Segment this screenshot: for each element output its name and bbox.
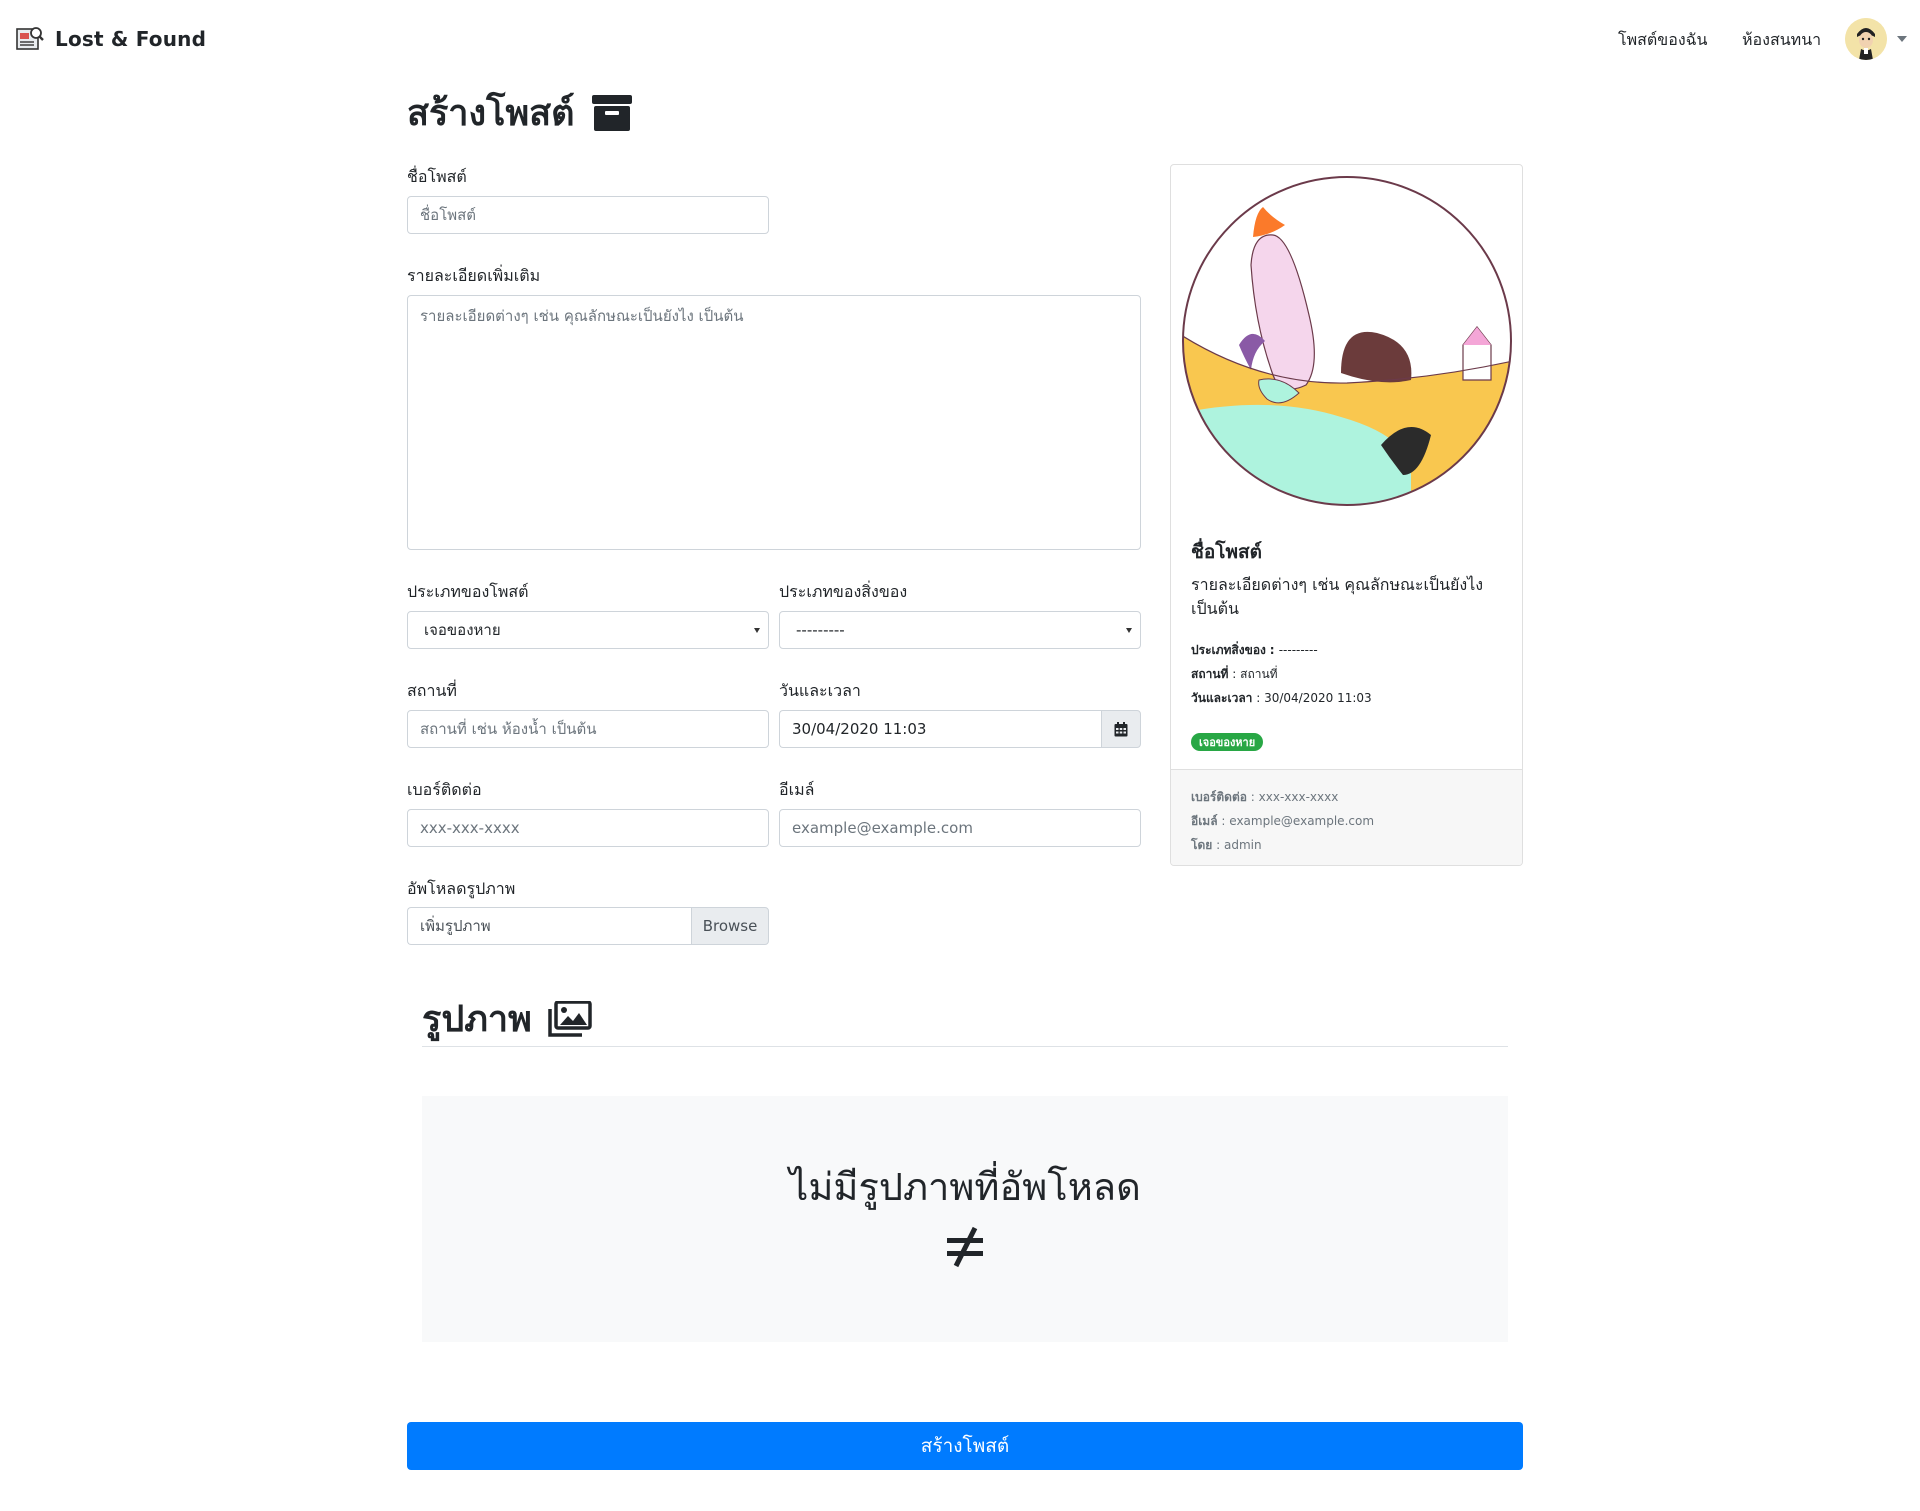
post-name-input[interactable] <box>407 196 769 234</box>
preview-illustration <box>1182 176 1512 506</box>
post-preview-card: ชื่อโพสต์ รายละเอียดต่างๆ เช่น คุณลักษณะ… <box>1170 164 1523 866</box>
location-input[interactable] <box>407 710 769 748</box>
preview-author: โดย : admin <box>1191 836 1262 855</box>
navbar: Lost & Found โพสต์ของฉัน ห้องสนทนา <box>0 0 1920 78</box>
datetime-input-group: 30/04/2020 11:03 <box>779 710 1141 748</box>
colon-sep: : <box>1216 838 1224 852</box>
preview-email-value: example@example.com <box>1229 814 1375 828</box>
email-input[interactable] <box>779 809 1141 847</box>
user-avatar-icon <box>1845 18 1887 60</box>
preview-datetime: วันและเวลา : 30/04/2020 11:03 <box>1191 689 1372 708</box>
phone-input[interactable] <box>407 809 769 847</box>
calendar-button[interactable] <box>1101 710 1141 748</box>
preview-location: สถานที่ : สถานที่ <box>1191 665 1278 684</box>
empty-images-box: ไม่มีรูปภาพที่อัพโหลด <box>422 1096 1508 1342</box>
preview-phone-label: เบอร์ติดต่อ <box>1191 790 1247 804</box>
nav-link-my-posts[interactable]: โพสต์ของฉัน <box>1618 28 1708 53</box>
images-icon <box>548 1000 592 1037</box>
preview-by-value: admin <box>1223 838 1262 852</box>
preview-item-type: ประเภทสิ่งของ : --------- <box>1191 641 1318 660</box>
post-type-value: เจอของหาย <box>424 621 501 639</box>
item-type-value: --------- <box>796 621 845 639</box>
page-title-text: สร้างโพสต์ <box>407 93 575 134</box>
card-footer: เบอร์ติดต่อ : xxx-xxx-xxxx อีเมล์ : exam… <box>1171 769 1522 865</box>
phone-label: เบอร์ติดต่อ <box>407 780 482 799</box>
chevron-down-icon <box>754 628 760 633</box>
datetime-input[interactable]: 30/04/2020 11:03 <box>779 710 1101 748</box>
post-name-label: ชื่อโพสต์ <box>407 167 467 186</box>
archive-icon <box>591 94 632 131</box>
colon-sep: : <box>1269 643 1279 657</box>
upload-input-group[interactable]: เพิ่มรูปภาพ Browse <box>407 907 769 945</box>
post-type-select[interactable]: เจอของหาย <box>407 611 769 649</box>
section-divider <box>422 1046 1508 1047</box>
browse-button[interactable]: Browse <box>691 907 769 945</box>
preview-text: รายละเอียดต่างๆ เช่น คุณลักษณะเป็นยังไง … <box>1191 575 1484 618</box>
create-post-button[interactable]: สร้างโพสต์ <box>407 1422 1523 1470</box>
preview-by-label: โดย <box>1191 838 1213 852</box>
preview-email-label: อีเมล์ <box>1191 814 1218 828</box>
preview-item-type-value: --------- <box>1278 643 1318 657</box>
item-type-select[interactable]: --------- <box>779 611 1141 649</box>
preview-datetime-label: วันและเวลา <box>1191 691 1253 705</box>
datetime-label: วันและเวลา <box>779 681 861 700</box>
preview-phone-value: xxx-xxx-xxxx <box>1258 790 1339 804</box>
chevron-down-icon <box>1126 628 1132 633</box>
nav-link-chat-room[interactable]: ห้องสนทนา <box>1742 28 1821 53</box>
preview-location-value: สถานที่ <box>1240 667 1278 681</box>
brand-link[interactable]: Lost & Found <box>15 23 206 55</box>
preview-email: อีเมล์ : example@example.com <box>1191 812 1374 831</box>
colon-sep: : <box>1232 667 1241 681</box>
empty-images-text: ไม่มีรูปภาพที่อัพโหลด <box>789 1165 1141 1209</box>
colon-sep: : <box>1256 691 1265 705</box>
avatar-dropdown-caret-icon[interactable] <box>1897 36 1907 42</box>
status-badge: เจอของหาย <box>1191 733 1264 751</box>
images-section-title-text: รูปภาพ <box>422 999 532 1040</box>
email-label: อีเมล์ <box>779 780 815 799</box>
not-equal-icon <box>947 1226 983 1268</box>
location-label: สถานที่ <box>407 681 457 700</box>
avatar[interactable] <box>1845 18 1887 60</box>
calendar-icon <box>1114 721 1128 736</box>
preview-title: ชื่อโพสต์ <box>1191 541 1262 563</box>
page-title: สร้างโพสต์ <box>407 84 633 141</box>
upload-label: อัพโหลดรูปภาพ <box>407 879 516 898</box>
details-textarea[interactable] <box>407 295 1141 550</box>
brand-name: Lost & Found <box>55 27 207 51</box>
upload-file-label[interactable]: เพิ่มรูปภาพ <box>407 907 691 945</box>
details-label: รายละเอียดเพิ่มเติม <box>407 266 541 285</box>
preview-datetime-value: 30/04/2020 11:03 <box>1264 691 1372 705</box>
preview-phone: เบอร์ติดต่อ : xxx-xxx-xxxx <box>1191 788 1338 807</box>
preview-location-label: สถานที่ <box>1191 667 1229 681</box>
preview-item-type-label: ประเภทสิ่งของ <box>1191 643 1266 657</box>
colon-sep: : <box>1250 790 1259 804</box>
post-type-label: ประเภทของโพสต์ <box>407 582 529 601</box>
item-type-label: ประเภทของสิ่งของ <box>779 582 908 601</box>
images-section-title: รูปภาพ <box>422 990 592 1047</box>
newspaper-search-icon <box>16 27 44 50</box>
